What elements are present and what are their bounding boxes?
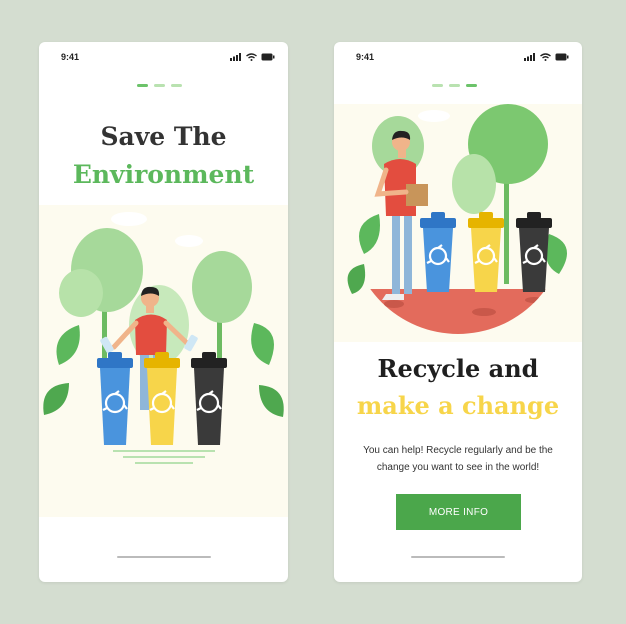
description-line-1: You can help! Recycle regularly and be t… [363,445,553,456]
wifi-icon [540,53,551,61]
status-time: 9:41 [61,52,80,62]
page-indicator[interactable] [137,84,182,87]
status-time: 9:41 [356,52,375,62]
status-icons [524,53,569,61]
title-line-1: Recycle and [377,354,539,383]
signal-icon [230,53,241,61]
page-dot-1[interactable] [432,84,443,87]
home-indicator[interactable] [411,556,505,558]
page-indicator[interactable] [432,84,477,87]
signal-icon [524,53,535,61]
recycling-illustration [39,205,288,517]
page-dot-2[interactable] [449,84,460,87]
description: You can help! Recycle regularly and be t… [348,442,568,476]
more-info-button[interactable]: MORE INFO [396,494,521,530]
onboarding-screen-1: 9:41 Save The Environment [39,42,288,582]
description-line-2: change you want to see in the world! [376,462,540,473]
battery-icon [261,53,275,61]
page-dot-2[interactable] [154,84,165,87]
onboarding-screen-2: 9:41 Recycle and make a change You can h… [334,42,582,582]
recycling-illustration [334,104,582,342]
title-line-2: Environment [72,160,255,189]
status-icons [230,53,275,61]
home-indicator[interactable] [117,556,211,558]
title-line-1: Save The [100,122,227,151]
page-dot-1[interactable] [137,84,148,87]
page-dot-3[interactable] [171,84,182,87]
page-dot-3[interactable] [466,84,477,87]
battery-icon [555,53,569,61]
wifi-icon [246,53,257,61]
title-line-2: make a change [356,391,560,420]
